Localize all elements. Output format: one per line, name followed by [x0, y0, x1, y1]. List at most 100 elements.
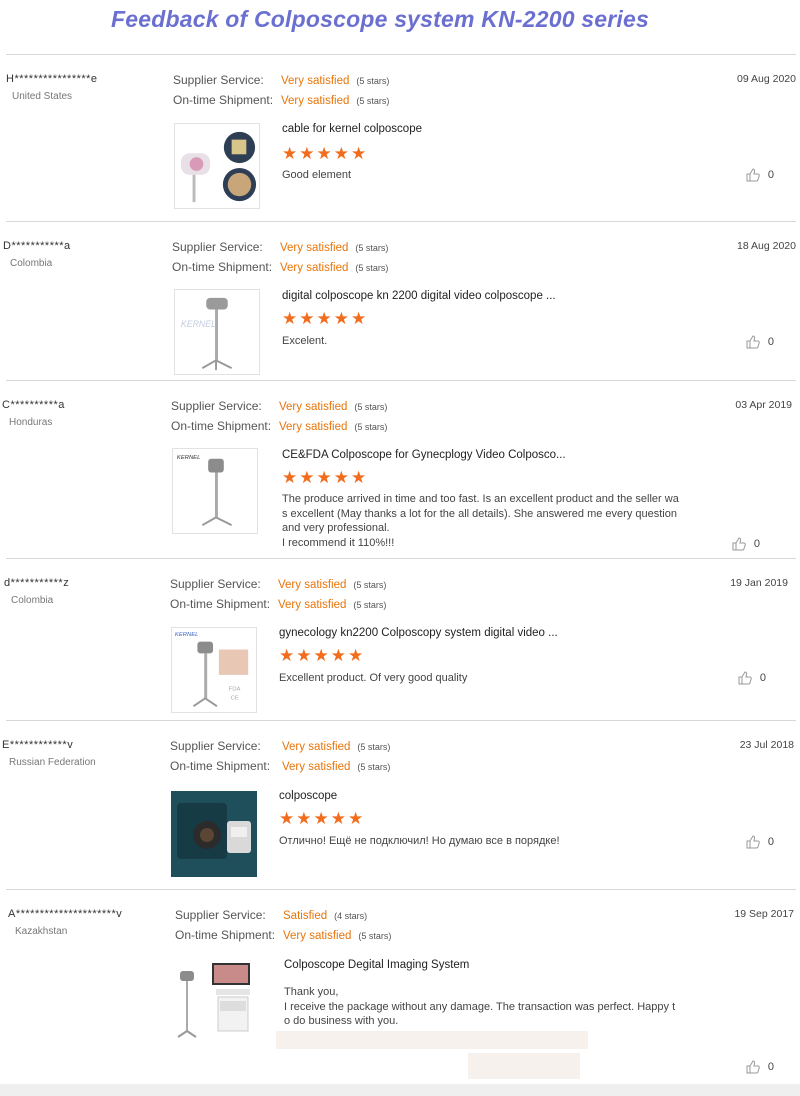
like-count: 0 — [767, 169, 774, 181]
buyer-name: D***********a — [3, 240, 71, 252]
buyer-name: C**********a — [2, 399, 65, 411]
thumbs-up-icon — [746, 835, 760, 849]
redacted-overlay — [276, 1031, 588, 1049]
thumbs-up-icon — [746, 168, 760, 182]
star-icon: ★ — [282, 468, 298, 487]
review-date: 09 Aug 2020 — [737, 73, 796, 85]
star-icon: ★ — [348, 646, 364, 665]
supplier-stars: (5 stars) — [353, 580, 387, 590]
shipment-label: On-time Shipment: — [170, 597, 271, 611]
thumbs-up-icon — [746, 1060, 760, 1074]
svg-text:FDA: FDA — [229, 687, 241, 693]
review-date: 19 Jan 2019 — [730, 577, 788, 589]
product-link[interactable]: CE&FDA Colposcope for Gynecplogy Video C… — [282, 449, 566, 461]
like-button[interactable]: 0 — [732, 537, 760, 551]
shipment-stars: (5 stars) — [358, 931, 392, 941]
page-title: Feedback of Colposcope system KN-2200 se… — [110, 6, 649, 32]
buyer-country: United States — [12, 91, 73, 102]
star-icon: ★ — [313, 809, 329, 828]
supplier-stars: (5 stars) — [354, 402, 388, 412]
product-link[interactable]: gynecology kn2200 Colposcopy system digi… — [279, 627, 558, 639]
product-link[interactable]: colposcope — [279, 790, 337, 802]
buyer-country: Russian Federation — [9, 757, 96, 768]
shipment-rating: Very satisfied — [281, 95, 350, 107]
supplier-rating: Satisfied — [283, 910, 328, 922]
shipment-stars: (5 stars) — [357, 762, 391, 772]
review-date: 18 Aug 2020 — [737, 240, 796, 252]
supplier-rating: Very satisfied — [278, 579, 347, 591]
like-button[interactable]: 0 — [746, 335, 774, 349]
camera-case-photo[interactable] — [171, 791, 257, 877]
supplier-rating: Very satisfied — [281, 75, 350, 87]
page-bottom-edge — [0, 1084, 800, 1096]
shipment-rating: Very satisfied — [279, 421, 348, 433]
review-card: A*********************v Kazakhstan Suppl… — [6, 889, 796, 1084]
star-icon: ★ — [296, 809, 312, 828]
supplier-service-label: Supplier Service: — [170, 577, 261, 591]
review-card: D***********a Colombia Supplier Service:… — [3, 221, 796, 380]
supplier-service-label: Supplier Service: — [175, 908, 266, 922]
shipment-label: On-time Shipment: — [173, 93, 274, 107]
colposcope-stand-photo[interactable]: KERNEL — [174, 289, 260, 375]
supplier-rating: Very satisfied — [280, 242, 349, 254]
shipment-stars: (5 stars) — [354, 422, 388, 432]
supplier-stars: (5 stars) — [356, 76, 390, 86]
star-icon: ★ — [351, 309, 367, 328]
colposcope-parts-photo[interactable] — [174, 123, 260, 209]
review-card: d***********z Colombia Supplier Service:… — [4, 558, 796, 720]
like-count: 0 — [759, 672, 766, 684]
review-comment: Thank you, I receive the package without… — [284, 986, 676, 1027]
supplier-stars: (5 stars) — [355, 243, 389, 253]
like-button[interactable]: 0 — [746, 1060, 774, 1074]
star-icon: ★ — [282, 144, 298, 163]
product-star-rating: ★ ★ ★ ★ ★ — [279, 647, 363, 664]
shipment-label: On-time Shipment: — [172, 260, 273, 274]
buyer-name: d***********z — [4, 577, 70, 589]
like-count: 0 — [767, 836, 774, 848]
colposcope-kit-photo[interactable]: KERNEL FDA CE — [171, 627, 257, 713]
product-link[interactable]: cable for kernel colposcope — [282, 123, 422, 135]
supplier-service-label: Supplier Service: — [171, 399, 262, 413]
shipment-rating: Very satisfied — [278, 599, 347, 611]
svg-text:KERNEL: KERNEL — [177, 455, 200, 461]
thumbs-up-icon — [738, 671, 752, 685]
supplier-stars: (5 stars) — [357, 742, 391, 752]
star-icon: ★ — [351, 144, 367, 163]
imaging-workstation-photo[interactable] — [172, 955, 258, 1041]
star-icon: ★ — [316, 468, 332, 487]
product-star-rating: ★ ★ ★ ★ ★ — [282, 469, 366, 486]
review-card: E************v Russian Federation Suppli… — [2, 720, 796, 889]
star-icon: ★ — [279, 646, 295, 665]
shipment-label: On-time Shipment: — [175, 928, 276, 942]
star-icon: ★ — [330, 646, 346, 665]
shipment-label: On-time Shipment: — [170, 759, 271, 773]
star-icon: ★ — [299, 144, 315, 163]
buyer-name: H****************e — [6, 73, 98, 85]
supplier-rating: Very satisfied — [282, 741, 351, 753]
rating-block: Supplier Service: Very satisfied (5 stars)… — [172, 240, 388, 280]
svg-text:KERNEL: KERNEL — [181, 319, 216, 329]
like-count: 0 — [767, 336, 774, 348]
review-comment: Отлично! Ещё не подключил! Но думаю все … — [279, 835, 560, 847]
like-button[interactable]: 0 — [738, 671, 766, 685]
svg-text:CE: CE — [231, 695, 239, 701]
like-button[interactable]: 0 — [746, 168, 774, 182]
buyer-name: A*********************v — [8, 908, 123, 920]
colposcope-stand-photo[interactable]: KERNEL — [172, 448, 258, 534]
star-icon: ★ — [333, 144, 349, 163]
star-icon: ★ — [296, 646, 312, 665]
shipment-stars: (5 stars) — [353, 600, 387, 610]
product-link[interactable]: digital colposcope kn 2200 digital video… — [282, 290, 556, 302]
shipment-rating: Very satisfied — [283, 930, 352, 942]
rating-block: Supplier Service: Satisfied (4 stars) On-t… — [175, 908, 391, 948]
star-icon: ★ — [299, 309, 315, 328]
svg-text:KERNEL: KERNEL — [175, 632, 198, 638]
product-star-rating: ★ ★ ★ ★ ★ — [282, 145, 366, 162]
like-button[interactable]: 0 — [746, 835, 774, 849]
rating-block: Supplier Service: Very satisfied (5 stars)… — [171, 399, 387, 439]
buyer-country: Colombia — [11, 595, 54, 606]
product-link[interactable]: Colposcope Degital Imaging System — [284, 959, 469, 971]
review-comment: Good element — [282, 169, 352, 181]
star-icon: ★ — [330, 809, 346, 828]
like-count: 0 — [767, 1061, 774, 1073]
